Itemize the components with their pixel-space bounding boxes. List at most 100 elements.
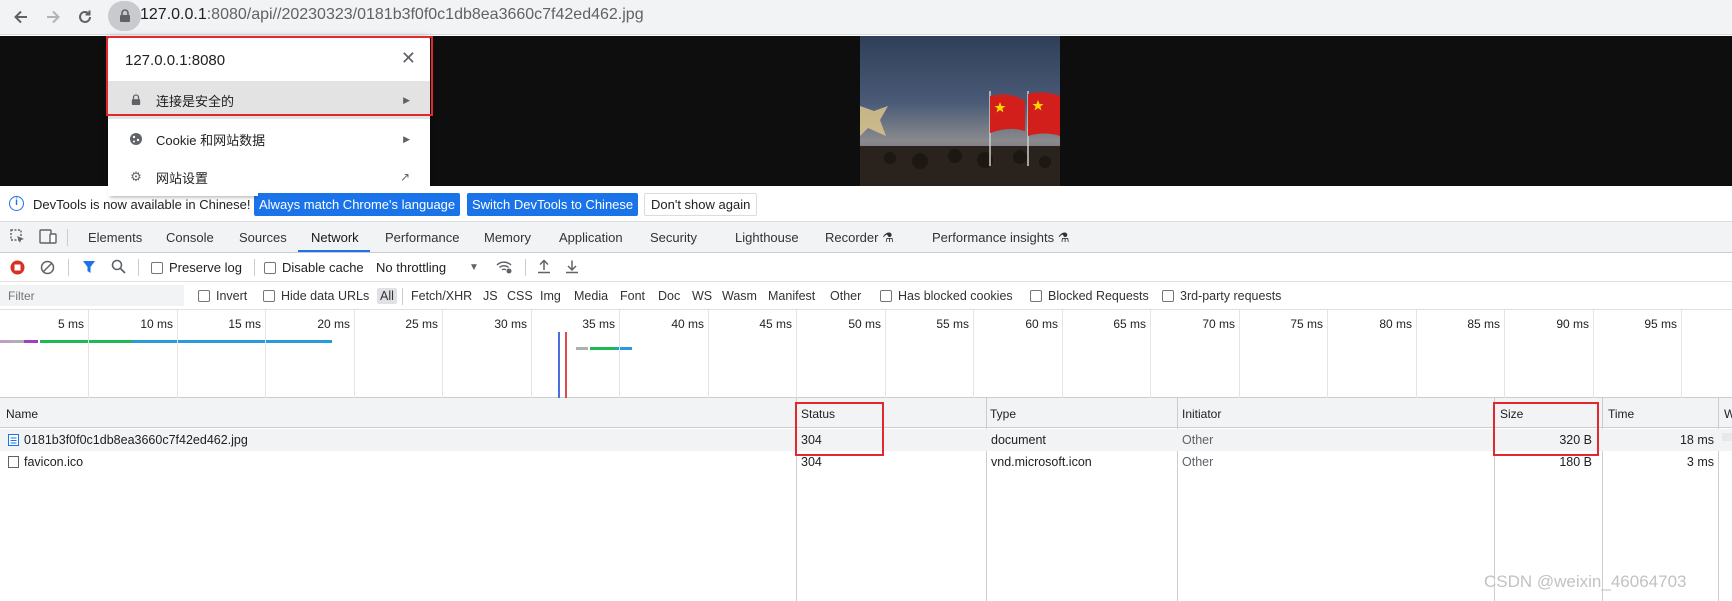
tab-application[interactable]: Application <box>559 230 623 245</box>
column-name[interactable]: Name <box>6 407 38 421</box>
column-initiator[interactable]: Initiator <box>1182 407 1221 421</box>
connection-secure-label: 连接是安全的 <box>156 93 235 109</box>
address-bar: 127.0.0.1:8080/api//20230323/0181b3f0f0c… <box>0 0 1732 35</box>
clear-icon[interactable] <box>40 260 55 275</box>
timeline-tick-label: 65 ms <box>1113 317 1146 331</box>
column-waterfall[interactable]: W <box>1724 407 1732 421</box>
timeline-tick-label: 55 ms <box>936 317 969 331</box>
watermark: CSDN @weixin_46064703 <box>1484 572 1687 591</box>
tab-performance[interactable]: Performance <box>385 230 459 245</box>
time-cell: 3 ms <box>1686 455 1714 469</box>
record-stop-icon[interactable] <box>10 260 25 275</box>
popup-bottom-edge <box>108 186 258 196</box>
filter-type-all[interactable]: All <box>377 288 397 304</box>
checkbox-box[interactable] <box>1030 290 1042 302</box>
checkbox-box[interactable] <box>264 262 276 274</box>
checkbox-box[interactable] <box>880 290 892 302</box>
network-conditions-icon[interactable] <box>495 259 513 275</box>
status-cell: 304 <box>801 433 822 447</box>
waterfall-cell <box>1722 433 1732 441</box>
timeline-tick-label: 90 ms <box>1556 317 1589 331</box>
timeline-gridline <box>885 310 886 398</box>
tab-console[interactable]: Console <box>166 230 214 245</box>
cookie-item[interactable]: Cookie 和网站数据 ▶ <box>108 120 430 158</box>
request-name-cell[interactable]: 0181b3f0f0c1db8ea3660c7f42ed462.jpg <box>8 433 248 447</box>
filter-type-js[interactable]: JS <box>483 289 498 303</box>
tab-recorder[interactable]: Recorder ⚗ <box>825 230 894 246</box>
column-time[interactable]: Time <box>1608 407 1634 421</box>
initiator-cell: Other <box>1182 455 1214 469</box>
timeline-gridline <box>973 310 974 398</box>
filter-type-css[interactable]: CSS <box>507 289 533 303</box>
checkbox-box[interactable] <box>263 290 275 302</box>
filter-type-other[interactable]: Other <box>830 289 861 303</box>
status-cell: 304 <box>801 455 822 469</box>
table-row[interactable]: favicon.ico 304 vnd.microsoft.icon Other… <box>0 451 1732 473</box>
timeline-tick-label: 80 ms <box>1379 317 1412 331</box>
filter-type-ws[interactable]: WS <box>692 289 712 303</box>
throttling-select[interactable]: No throttling <box>376 260 446 275</box>
timeline-tick-label: 75 ms <box>1290 317 1323 331</box>
tab-sources[interactable]: Sources <box>239 230 287 245</box>
export-har-icon[interactable] <box>565 259 579 274</box>
filter-type-font[interactable]: Font <box>620 289 645 303</box>
waterfall-bar <box>24 340 38 343</box>
forward-button[interactable] <box>40 4 66 30</box>
size-cell: 320 B <box>1559 433 1592 447</box>
filter-input[interactable] <box>0 285 184 306</box>
hide-data-urls-checkbox[interactable]: Hide data URLs <box>263 289 369 303</box>
filter-type-wasm[interactable]: Wasm <box>722 289 757 303</box>
connection-secure-item[interactable]: 连接是安全的 ▶ <box>108 81 430 119</box>
timeline-tick-label: 5 ms <box>57 317 84 331</box>
dropdown-arrow-icon[interactable]: ▼ <box>469 262 479 273</box>
tab-memory[interactable]: Memory <box>484 230 531 245</box>
inspect-element-icon[interactable] <box>10 229 26 245</box>
popup-host: 127.0.0.1:8080 <box>125 52 226 69</box>
tab-elements[interactable]: Elements <box>88 230 142 245</box>
dont-show-again-button[interactable]: Don't show again <box>644 193 758 216</box>
reload-icon <box>79 10 91 23</box>
column-size[interactable]: Size <box>1500 407 1523 421</box>
filter-type-media[interactable]: Media <box>574 289 608 303</box>
filter-type-img[interactable]: Img <box>540 289 561 303</box>
tab-security[interactable]: Security <box>650 230 697 245</box>
filter-type-fetch-xhr[interactable]: Fetch/XHR <box>411 289 472 303</box>
divider <box>138 259 139 276</box>
site-info-button[interactable] <box>108 1 141 31</box>
invert-checkbox[interactable]: Invert <box>198 289 247 303</box>
search-icon[interactable] <box>111 259 126 274</box>
url-text[interactable]: 127.0.0.1:8080/api//20230323/0181b3f0f0c… <box>140 6 644 24</box>
filter-icon[interactable] <box>82 260 96 274</box>
network-toolbar: Preserve log Disable cache No throttling… <box>0 253 1732 282</box>
timeline-gridline <box>177 310 178 398</box>
back-button[interactable] <box>8 4 34 30</box>
checkbox-box[interactable] <box>1162 290 1174 302</box>
import-har-icon[interactable] <box>537 259 551 274</box>
tab-performance-insights[interactable]: Performance insights ⚗ <box>932 230 1069 246</box>
request-name-cell[interactable]: favicon.ico <box>8 455 83 469</box>
timeline-tick-label: 45 ms <box>759 317 792 331</box>
third-party-checkbox[interactable]: 3rd-party requests <box>1162 289 1281 303</box>
filter-type-doc[interactable]: Doc <box>658 289 680 303</box>
tab-lighthouse[interactable]: Lighthouse <box>735 230 799 245</box>
site-info-popup: 127.0.0.1:8080 ✕ 连接是安全的 ▶ Cookie 和网站数据 ▶… <box>108 36 430 196</box>
checkbox-box[interactable] <box>198 290 210 302</box>
close-icon[interactable]: ✕ <box>401 48 416 69</box>
timeline-overview[interactable]: 5 ms 10 ms 15 ms 20 ms 25 ms 30 ms 35 ms 40 ms 4… <box>0 310 1732 398</box>
table-header: Name Status Type Initiator Size Time W <box>0 398 1732 428</box>
timeline-tick-label: 20 ms <box>317 317 350 331</box>
column-type[interactable]: Type <box>990 407 1016 421</box>
tab-network[interactable]: Network <box>311 230 359 245</box>
blocked-requests-checkbox[interactable]: Blocked Requests <box>1030 289 1149 303</box>
preserve-log-checkbox[interactable]: Preserve log <box>151 260 242 275</box>
match-language-button[interactable]: Always match Chrome's language <box>254 193 461 216</box>
has-blocked-cookies-checkbox[interactable]: Has blocked cookies <box>880 289 1013 303</box>
disable-cache-checkbox[interactable]: Disable cache <box>264 260 364 275</box>
reload-button[interactable] <box>72 4 98 30</box>
filter-type-manifest[interactable]: Manifest <box>768 289 815 303</box>
table-row[interactable]: 0181b3f0f0c1db8ea3660c7f42ed462.jpg 304 … <box>0 429 1732 451</box>
checkbox-box[interactable] <box>151 262 163 274</box>
switch-to-chinese-button[interactable]: Switch DevTools to Chinese <box>467 193 639 216</box>
column-status[interactable]: Status <box>801 407 835 421</box>
device-toolbar-icon[interactable] <box>39 229 57 245</box>
